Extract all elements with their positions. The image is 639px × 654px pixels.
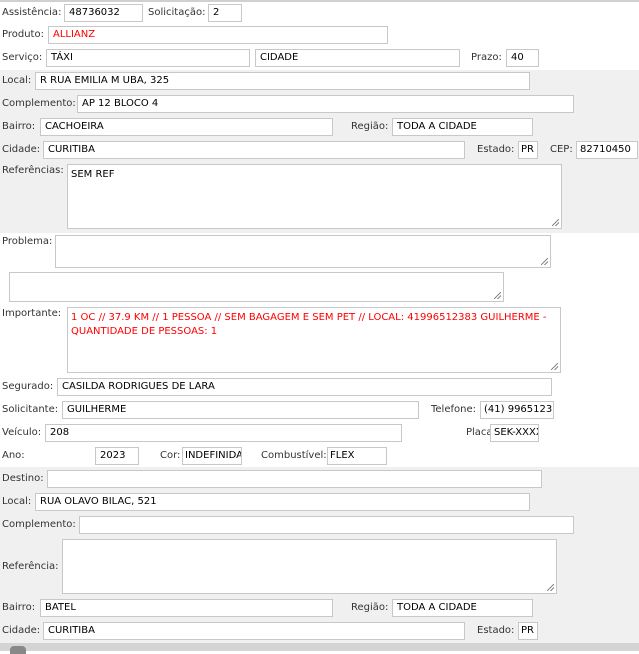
destino-regiao-field[interactable]: TODA A CIDADE bbox=[392, 599, 533, 617]
destino-bairro-label: Bairro: bbox=[2, 602, 36, 613]
info-icon[interactable] bbox=[10, 646, 26, 654]
veiculo-label: Veículo: bbox=[2, 427, 42, 438]
destino-cidade-field[interactable]: CURITIBA bbox=[43, 622, 465, 640]
importante-label: Importante: bbox=[2, 308, 62, 319]
complemento-field[interactable]: AP 12 BLOCO 4 bbox=[77, 95, 574, 113]
ano-label: Ano: bbox=[2, 450, 25, 461]
destino-cidade-label: Cidade: bbox=[2, 625, 41, 636]
referencias-label: Referências: bbox=[2, 165, 64, 176]
telefone-field[interactable]: (41) 996512383 bbox=[480, 401, 554, 419]
assistencia-field[interactable]: 48736032 bbox=[64, 4, 143, 22]
destino-local-label: Local: bbox=[2, 496, 32, 507]
destino-estado-label: Estado: bbox=[477, 625, 515, 636]
servico-field[interactable]: TÁXI bbox=[46, 49, 250, 67]
local-field[interactable]: R RUA EMILIA M UBA, 325 bbox=[35, 72, 530, 90]
bairro-label: Bairro: bbox=[2, 121, 36, 132]
cor-field[interactable]: INDEFINIDA bbox=[182, 447, 242, 465]
local-label: Local: bbox=[2, 75, 32, 86]
top-border bbox=[0, 0, 639, 2]
cor-label: Cor: bbox=[160, 450, 181, 461]
destino-referencia-textarea[interactable] bbox=[62, 539, 557, 594]
placa-field[interactable]: SEK-XXXX bbox=[490, 424, 539, 442]
ano-field[interactable]: 2023 bbox=[95, 447, 139, 465]
destino-local-field[interactable]: RUA OLAVO BILAC, 521 bbox=[35, 493, 530, 511]
destino-complemento-label: Complemento: bbox=[2, 519, 76, 530]
produto-label: Produto: bbox=[2, 29, 44, 40]
solicitante-label: Solicitante: bbox=[2, 404, 59, 415]
solicitacao-label: Solicitação: bbox=[148, 7, 206, 18]
cep-label: CEP: bbox=[550, 144, 573, 155]
cidade-label: Cidade: bbox=[2, 144, 41, 155]
destino-regiao-label: Região: bbox=[351, 602, 389, 613]
solicitante-field[interactable]: GUILHERME bbox=[62, 401, 419, 419]
problema-label: Problema: bbox=[2, 236, 53, 247]
cep-field[interactable]: 82710450 bbox=[576, 141, 638, 159]
destino-bairro-field[interactable]: BATEL bbox=[40, 599, 333, 617]
importante-textarea[interactable]: 1 OC // 37.9 KM // 1 PESSOA // SEM BAGAG… bbox=[67, 307, 561, 373]
complemento-label: Complemento: bbox=[2, 98, 76, 109]
telefone-label: Telefone: bbox=[431, 404, 476, 415]
regiao-label: Região: bbox=[351, 121, 389, 132]
referencias-textarea[interactable]: SEM REF bbox=[67, 164, 562, 229]
segurado-label: Segurado: bbox=[2, 381, 54, 392]
servico-tipo-field[interactable]: CIDADE bbox=[255, 49, 460, 67]
veiculo-field[interactable]: 208 bbox=[45, 424, 402, 442]
problema-textarea[interactable] bbox=[55, 235, 551, 268]
bottom-toolbar bbox=[0, 643, 639, 654]
combustivel-label: Combustível: bbox=[261, 450, 327, 461]
bairro-field[interactable]: CACHOEIRA bbox=[40, 118, 333, 136]
problema-extra-textarea[interactable] bbox=[9, 272, 504, 302]
destino-referencia-label: Referência: bbox=[2, 561, 59, 572]
destino-estado-field[interactable]: PR bbox=[518, 622, 538, 640]
produto-field[interactable]: ALLIANZ bbox=[48, 26, 388, 44]
segurado-field[interactable]: CASILDA RODRIGUES DE LARA bbox=[57, 378, 552, 396]
assistencia-label: Assistência: bbox=[2, 7, 62, 18]
destino-field[interactable] bbox=[47, 470, 542, 488]
prazo-label: Prazo: bbox=[471, 52, 502, 63]
destino-label: Destino: bbox=[2, 473, 44, 484]
estado-label: Estado: bbox=[477, 144, 515, 155]
regiao-field[interactable]: TODA A CIDADE bbox=[392, 118, 533, 136]
combustivel-field[interactable]: FLEX bbox=[327, 447, 387, 465]
estado-field[interactable]: PR bbox=[518, 141, 538, 159]
cidade-field[interactable]: CURITIBA bbox=[43, 141, 465, 159]
solicitacao-field[interactable]: 2 bbox=[208, 4, 242, 22]
servico-label: Serviço: bbox=[2, 52, 43, 63]
destino-complemento-field[interactable] bbox=[79, 516, 574, 534]
prazo-field[interactable]: 40 bbox=[506, 49, 539, 67]
